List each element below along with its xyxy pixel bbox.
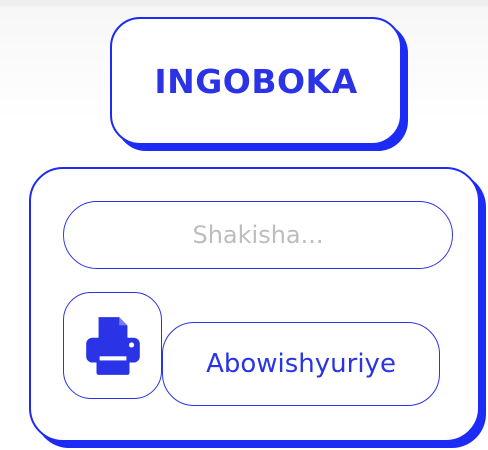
printer-icon: [85, 316, 140, 375]
search-input[interactable]: [84, 220, 432, 250]
page-title: INGOBOKA: [154, 61, 358, 101]
title-card: INGOBOKA: [110, 17, 402, 145]
top-bar: [0, 0, 488, 6]
confirmed-button-label: Abowishyuriye: [206, 349, 396, 379]
print-button[interactable]: [63, 292, 162, 399]
confirmed-button[interactable]: Abowishyuriye: [162, 322, 440, 406]
search-box[interactable]: [63, 201, 453, 269]
app-page: INGOBOKA Abowishyuriye: [0, 0, 488, 450]
